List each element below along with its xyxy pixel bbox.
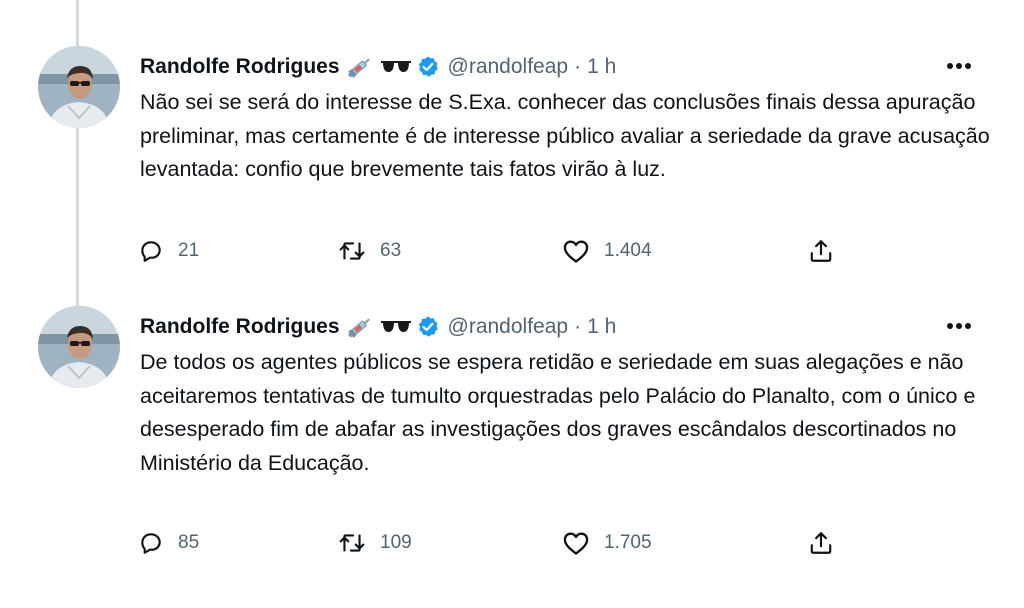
like-button[interactable]: 1.705 bbox=[562, 530, 808, 556]
share-icon bbox=[810, 240, 832, 262]
like-button[interactable]: 1.404 bbox=[562, 238, 808, 264]
reply-button[interactable]: 85 bbox=[138, 530, 338, 556]
avatar[interactable] bbox=[38, 46, 120, 128]
share-icon bbox=[810, 532, 832, 554]
share-button[interactable] bbox=[808, 530, 834, 556]
author-name[interactable]: Randolfe Rodrigues bbox=[140, 315, 340, 339]
syringe-icon bbox=[346, 314, 374, 340]
retweet-button[interactable]: 109 bbox=[338, 530, 562, 556]
tweet-time[interactable]: 1 h bbox=[587, 315, 616, 339]
reply-icon bbox=[141, 241, 161, 262]
avatar[interactable] bbox=[38, 306, 120, 388]
tweet-time[interactable]: 1 h bbox=[587, 55, 616, 79]
sunglasses-icon bbox=[380, 316, 412, 338]
tweet-actions: 21 63 1.404 bbox=[138, 238, 834, 264]
verified-icon bbox=[416, 315, 440, 339]
reply-icon bbox=[141, 533, 161, 554]
like-icon bbox=[563, 240, 589, 263]
more-icon bbox=[947, 323, 971, 329]
thread-connector bbox=[76, 128, 79, 306]
share-button[interactable] bbox=[808, 238, 834, 264]
verified-icon bbox=[416, 55, 440, 79]
syringe-icon bbox=[346, 54, 374, 80]
like-count: 1.705 bbox=[604, 532, 652, 553]
author-handle[interactable]: @randolfeap bbox=[448, 55, 569, 79]
like-icon bbox=[563, 532, 589, 555]
tweet-header: Randolfe Rodrigues @randolfeap · 1 h bbox=[140, 312, 616, 342]
separator-dot: · bbox=[574, 55, 582, 78]
separator-dot: · bbox=[574, 315, 582, 338]
tweet-actions: 85 109 1.705 bbox=[138, 530, 834, 556]
more-options-button[interactable] bbox=[942, 54, 976, 78]
author-handle[interactable]: @randolfeap bbox=[448, 315, 569, 339]
retweet-icon bbox=[339, 534, 365, 552]
tweet-header: Randolfe Rodrigues @randolfeap · 1 h bbox=[140, 52, 616, 82]
tweet-thread: Randolfe Rodrigues @randolfeap · 1 h Não… bbox=[0, 0, 1024, 608]
retweet-count: 63 bbox=[380, 240, 402, 261]
more-icon bbox=[947, 63, 971, 69]
author-name[interactable]: Randolfe Rodrigues bbox=[140, 55, 340, 79]
thread-connector-top bbox=[76, 0, 79, 46]
more-options-button[interactable] bbox=[942, 314, 976, 338]
tweet-text: De todos os agentes públicos se espera r… bbox=[140, 350, 976, 475]
tweet-text: Não sei se será do interesse de S.Exa. c… bbox=[140, 90, 990, 181]
reply-count: 85 bbox=[178, 532, 200, 553]
reply-button[interactable]: 21 bbox=[138, 238, 338, 264]
retweet-icon bbox=[339, 242, 365, 260]
reply-count: 21 bbox=[178, 240, 200, 261]
sunglasses-icon bbox=[380, 56, 412, 78]
like-count: 1.404 bbox=[604, 240, 652, 261]
retweet-count: 109 bbox=[380, 532, 412, 553]
retweet-button[interactable]: 63 bbox=[338, 238, 562, 264]
